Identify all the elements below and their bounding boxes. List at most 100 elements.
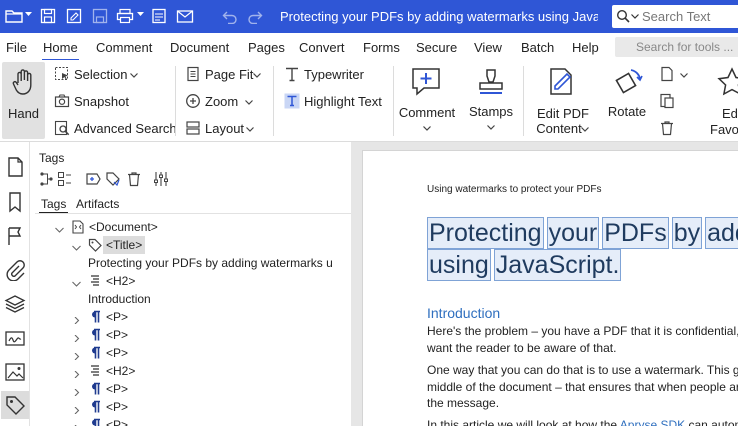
menu-comment[interactable]: Comment xyxy=(96,40,152,55)
menu-pages[interactable]: Pages xyxy=(248,40,285,55)
heading-icon xyxy=(88,274,102,288)
chevron-right-icon[interactable] xyxy=(72,349,81,361)
open-dropdown-caret-icon[interactable] xyxy=(25,12,32,17)
edit-pdf-content-button[interactable]: Edit PDF Content xyxy=(530,64,596,140)
collapse-all-icon[interactable] xyxy=(57,171,73,187)
undo-icon[interactable] xyxy=(221,8,239,24)
edit-pdf-content-chevron-icon xyxy=(581,127,589,132)
chevron-right-icon[interactable] xyxy=(72,367,81,379)
menu-view[interactable]: View xyxy=(474,40,502,55)
open-folder-icon[interactable] xyxy=(5,8,23,24)
page-options-button[interactable] xyxy=(659,65,693,83)
stamps-button[interactable]: Stamps xyxy=(463,64,519,140)
search-text-box[interactable]: Search Text xyxy=(612,5,738,28)
snapshot-tool-button[interactable]: Snapshot xyxy=(54,92,134,110)
title-line-1-word-highlight[interactable]: Protecting xyxy=(427,217,544,249)
title-line-1-word-highlight[interactable]: your xyxy=(546,217,600,249)
tag-tree-row[interactable]: <P> xyxy=(31,416,351,426)
tag-tree-row[interactable]: <P> xyxy=(31,326,351,344)
typewriter-button[interactable]: Typewriter xyxy=(284,65,364,83)
tag-tree-row[interactable]: <P> xyxy=(31,398,351,416)
email-icon[interactable] xyxy=(176,8,194,24)
tag-tree-row[interactable]: Introduction xyxy=(31,290,351,308)
attachments-icon[interactable] xyxy=(4,259,26,281)
title-line-1-word-highlight[interactable]: by xyxy=(671,217,703,249)
save-icon[interactable] xyxy=(39,8,57,24)
tag-tree-row[interactable]: <P> xyxy=(31,380,351,398)
doc-title-line-2[interactable]: using JavaScript. xyxy=(427,249,624,281)
tags-panel-icon[interactable] xyxy=(1,391,29,419)
highlight-text-button[interactable]: Highlight Text xyxy=(284,92,384,110)
menu-home[interactable]: Home xyxy=(42,40,79,61)
tag-tree-row[interactable]: <H2> xyxy=(31,362,351,380)
save-all-icon[interactable] xyxy=(91,8,109,24)
scan-icon[interactable] xyxy=(150,8,168,24)
rotate-icon xyxy=(615,69,643,94)
paragraph-icon xyxy=(88,346,102,360)
menu-file[interactable]: File xyxy=(6,40,27,55)
hand-tool-button[interactable]: Hand xyxy=(2,62,45,139)
content-image-icon[interactable] xyxy=(4,361,26,383)
tab-artifacts[interactable]: Artifacts xyxy=(76,197,119,211)
layers-icon[interactable] xyxy=(4,293,26,315)
redo-icon[interactable] xyxy=(246,8,264,24)
menu-forms[interactable]: Forms xyxy=(363,40,400,55)
page-options-chevron-icon xyxy=(680,73,688,78)
pdf-page[interactable]: Using watermarks to protect your PDFs Pr… xyxy=(362,150,738,426)
menu-secure[interactable]: Secure xyxy=(416,40,457,55)
chevron-down-icon[interactable] xyxy=(72,241,81,251)
layout-icon xyxy=(186,121,200,135)
chevron-right-icon[interactable] xyxy=(72,313,81,325)
page-fit-button[interactable]: Page Fit xyxy=(185,65,265,83)
tag-tree-row[interactable]: <P> xyxy=(31,308,351,326)
chevron-right-icon[interactable] xyxy=(72,403,81,415)
menu-convert[interactable]: Convert xyxy=(299,40,345,55)
comment-label: Comment xyxy=(398,105,456,120)
zoom-button[interactable]: Zoom xyxy=(185,92,259,110)
doc-title-line-1[interactable]: ProtectingyourPDFsbyadding xyxy=(427,217,738,249)
edit-favorites-button[interactable]: Edi Favo xyxy=(700,64,738,140)
layout-button[interactable]: Layout xyxy=(185,119,259,137)
menu-batch[interactable]: Batch xyxy=(521,40,554,55)
chevron-right-icon[interactable] xyxy=(72,421,81,426)
tag-from-selection-icon[interactable] xyxy=(105,171,121,187)
delete-pages-button[interactable] xyxy=(659,119,679,137)
page-thumbnails-icon[interactable] xyxy=(4,156,26,178)
tag-tree-row[interactable]: <Title> xyxy=(31,236,351,254)
chevron-down-icon[interactable] xyxy=(72,277,81,287)
print-icon[interactable] xyxy=(116,8,134,24)
extract-pages-button[interactable] xyxy=(659,92,679,110)
menu-document[interactable]: Document xyxy=(170,40,229,55)
title-line-2-word-highlight[interactable]: JavaScript. xyxy=(493,249,622,281)
delete-tag-icon[interactable] xyxy=(126,171,142,187)
tag-tree-row[interactable]: <H2> xyxy=(31,272,351,290)
signatures-icon[interactable] xyxy=(4,327,26,349)
destinations-flag-icon[interactable] xyxy=(4,225,26,247)
title-line-1-word-highlight[interactable]: PDFs xyxy=(602,217,669,249)
zoom-label: Zoom xyxy=(205,94,239,109)
chevron-down-icon[interactable] xyxy=(55,223,64,233)
comment-button[interactable]: Comment xyxy=(397,64,457,140)
tab-tags[interactable]: Tags xyxy=(38,197,69,214)
save-as-icon[interactable] xyxy=(65,8,83,24)
chevron-right-icon[interactable] xyxy=(72,331,81,343)
tag-tree-row[interactable]: Protecting your PDFs by adding watermark… xyxy=(31,254,351,272)
apryse-sdk-link[interactable]: Apryse SDK xyxy=(620,418,685,426)
tag-tree-row[interactable]: <Document> xyxy=(31,218,351,236)
title-line-2-word-highlight[interactable]: using xyxy=(427,249,491,281)
new-tag-icon[interactable] xyxy=(86,171,102,187)
selection-tool-button[interactable]: Selection xyxy=(54,65,144,83)
expand-all-icon[interactable] xyxy=(39,171,55,187)
rotate-button[interactable]: Rotate xyxy=(602,64,652,140)
title-line-1-word-highlight[interactable]: adding xyxy=(705,217,738,249)
print-dropdown-caret-icon[interactable] xyxy=(137,12,144,17)
search-tools-input[interactable]: Search for tools ... xyxy=(615,37,738,57)
advanced-search-button[interactable]: Advanced Search xyxy=(54,119,177,137)
menu-help[interactable]: Help xyxy=(572,40,599,55)
chevron-right-icon[interactable] xyxy=(72,385,81,397)
bookmarks-icon[interactable] xyxy=(4,191,26,213)
tag-properties-sliders-icon[interactable] xyxy=(153,171,169,187)
search-options-chevron-icon[interactable] xyxy=(631,14,639,19)
panel-splitter[interactable] xyxy=(351,142,360,426)
tag-tree-row[interactable]: <P> xyxy=(31,344,351,362)
